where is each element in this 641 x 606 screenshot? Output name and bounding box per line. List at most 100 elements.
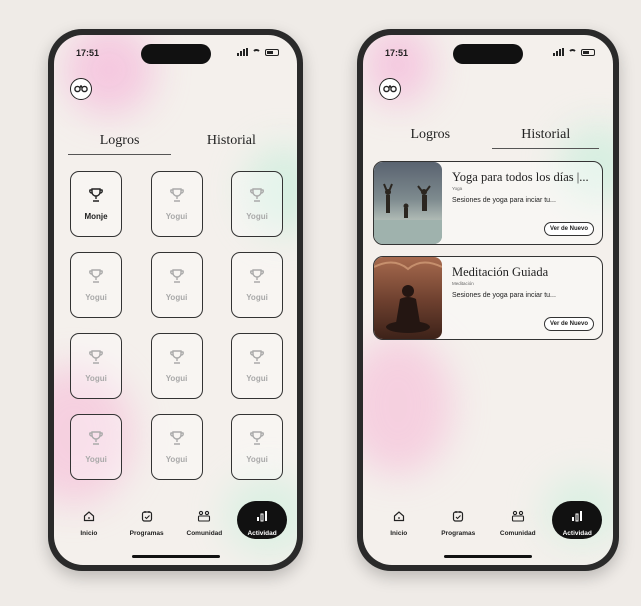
badge-card[interactable]: Yogui <box>70 252 122 318</box>
trophy-icon <box>169 268 185 289</box>
home-indicator <box>131 555 220 558</box>
badge-card[interactable]: Yogui <box>150 252 203 318</box>
badge-card[interactable]: Yogui <box>231 333 283 399</box>
status-time: 17:51 <box>76 48 100 58</box>
badge-label: Yogui <box>165 212 188 221</box>
badge-label: Yogui <box>246 293 268 302</box>
signal-icon <box>553 48 564 56</box>
tab-logros[interactable]: Logros <box>377 127 484 149</box>
trophy-icon <box>169 430 185 451</box>
badge-card[interactable]: Monje <box>70 171 122 237</box>
nav-label: Comunidad <box>186 530 223 537</box>
badge-label: Yogui <box>246 455 268 464</box>
trophy-icon <box>169 187 185 208</box>
tab-bar: Logros Historial <box>68 133 283 155</box>
nav-label: Programas <box>441 530 476 537</box>
trophy-icon <box>249 349 265 370</box>
wifi-icon <box>252 48 261 56</box>
trophy-icon <box>169 349 185 370</box>
badge-label: Yogui <box>85 455 107 464</box>
watch-again-button[interactable]: Ver de Nuevo <box>543 222 594 236</box>
watch-again-button[interactable]: Ver de Nuevo <box>543 317 594 331</box>
status-time: 17:51 <box>385 48 409 58</box>
badge-label: Monje <box>84 212 108 221</box>
nav-label: Actividad <box>562 530 592 537</box>
badge-label: Yogui <box>246 212 268 221</box>
dynamic-island <box>453 44 523 64</box>
nav-actividad[interactable]: Actividad <box>552 501 603 539</box>
badge-label: Yogui <box>85 293 107 302</box>
nav-comunidad[interactable]: Comunidad <box>179 495 229 537</box>
app-logo[interactable] <box>379 78 401 100</box>
activity-chart-icon <box>256 509 268 527</box>
card-body: Meditación Guiada Meditación Sesiones de… <box>442 257 602 339</box>
tab-historial[interactable]: Historial <box>492 127 599 149</box>
trophy-icon <box>249 187 265 208</box>
badge-label: Yogui <box>246 374 268 383</box>
battery-icon <box>581 48 595 56</box>
wifi-icon <box>568 48 577 56</box>
tab-logros[interactable]: Logros <box>68 133 172 155</box>
dynamic-island <box>140 44 211 64</box>
trophy-icon <box>249 268 265 289</box>
trophy-icon <box>88 349 104 370</box>
badge-label: Yogui <box>85 374 107 383</box>
card-description: Sesiones de yoga para inciar tu... <box>452 197 556 204</box>
signal-icon <box>237 48 248 56</box>
badge-card[interactable]: Yogui <box>150 414 203 480</box>
card-title: Yoga para todos los días |... <box>452 170 589 184</box>
status-icons <box>237 48 279 56</box>
nav-label: Actividad <box>247 530 277 537</box>
home-icon <box>393 509 405 527</box>
status-icons <box>553 48 595 56</box>
badge-card[interactable]: Yogui <box>70 414 122 480</box>
badge-card[interactable]: Yogui <box>231 414 283 480</box>
tab-bar: Logros Historial <box>377 127 599 149</box>
community-icon <box>511 509 525 527</box>
battery-icon <box>265 48 279 56</box>
trophy-icon <box>249 430 265 451</box>
nav-label: Comunidad <box>499 530 536 537</box>
badge-card[interactable]: Yogui <box>231 171 283 237</box>
badge-label: Yogui <box>165 455 188 464</box>
calendar-icon <box>141 509 153 527</box>
nav-label: Programas <box>129 530 164 537</box>
card-title: Meditación Guiada <box>452 265 549 279</box>
meditation-thumbnail <box>374 257 442 339</box>
card-description: Sesiones de yoga para inciar tu... <box>452 292 556 299</box>
badge-card[interactable]: Yogui <box>70 333 122 399</box>
nav-label: Inicio <box>80 530 98 537</box>
phone-logros: 17:51 Logros Historial Monje Yogui Yogui… <box>48 29 303 571</box>
trophy-icon <box>88 187 104 208</box>
nav-inicio[interactable]: Inicio <box>64 495 114 537</box>
nav-comunidad[interactable]: Comunidad <box>493 495 543 537</box>
trophy-icon <box>88 430 104 451</box>
badges-grid: Monje Yogui Yogui Yogui Yogui Yogui Yogu… <box>70 171 283 493</box>
badge-label: Yogui <box>165 374 188 383</box>
home-indicator <box>444 555 532 558</box>
yoga-thumbnail <box>374 162 442 244</box>
badges-scroll[interactable]: Monje Yogui Yogui Yogui Yogui Yogui Yogu… <box>54 163 297 493</box>
tab-historial[interactable]: Historial <box>180 133 283 155</box>
badge-card[interactable]: Yogui <box>150 333 203 399</box>
activity-chart-icon <box>571 509 583 527</box>
screen-logros: 17:51 Logros Historial Monje Yogui Yogui… <box>54 35 297 565</box>
badge-card[interactable]: Yogui <box>231 252 283 318</box>
nav-actividad[interactable]: Actividad <box>237 501 288 539</box>
nav-label: Inicio <box>390 530 408 537</box>
card-category: Meditación <box>452 281 474 286</box>
app-logo[interactable] <box>70 78 92 100</box>
nav-programas[interactable]: Programas <box>122 495 172 537</box>
community-icon <box>197 509 211 527</box>
badge-label: Yogui <box>165 293 188 302</box>
trophy-icon <box>88 268 104 289</box>
card-category: Yoga <box>452 186 463 191</box>
nav-programas[interactable]: Programas <box>433 495 483 537</box>
screen-historial: 17:51 Logros Historial Yoga para todos l… <box>363 35 613 565</box>
history-card[interactable]: Yoga para todos los días |... Yoga Sesio… <box>373 161 603 245</box>
history-card[interactable]: Meditación Guiada Meditación Sesiones de… <box>373 256 603 340</box>
home-icon <box>83 509 95 527</box>
badge-card[interactable]: Yogui <box>150 171 203 237</box>
calendar-icon <box>452 509 464 527</box>
nav-inicio[interactable]: Inicio <box>374 495 424 537</box>
